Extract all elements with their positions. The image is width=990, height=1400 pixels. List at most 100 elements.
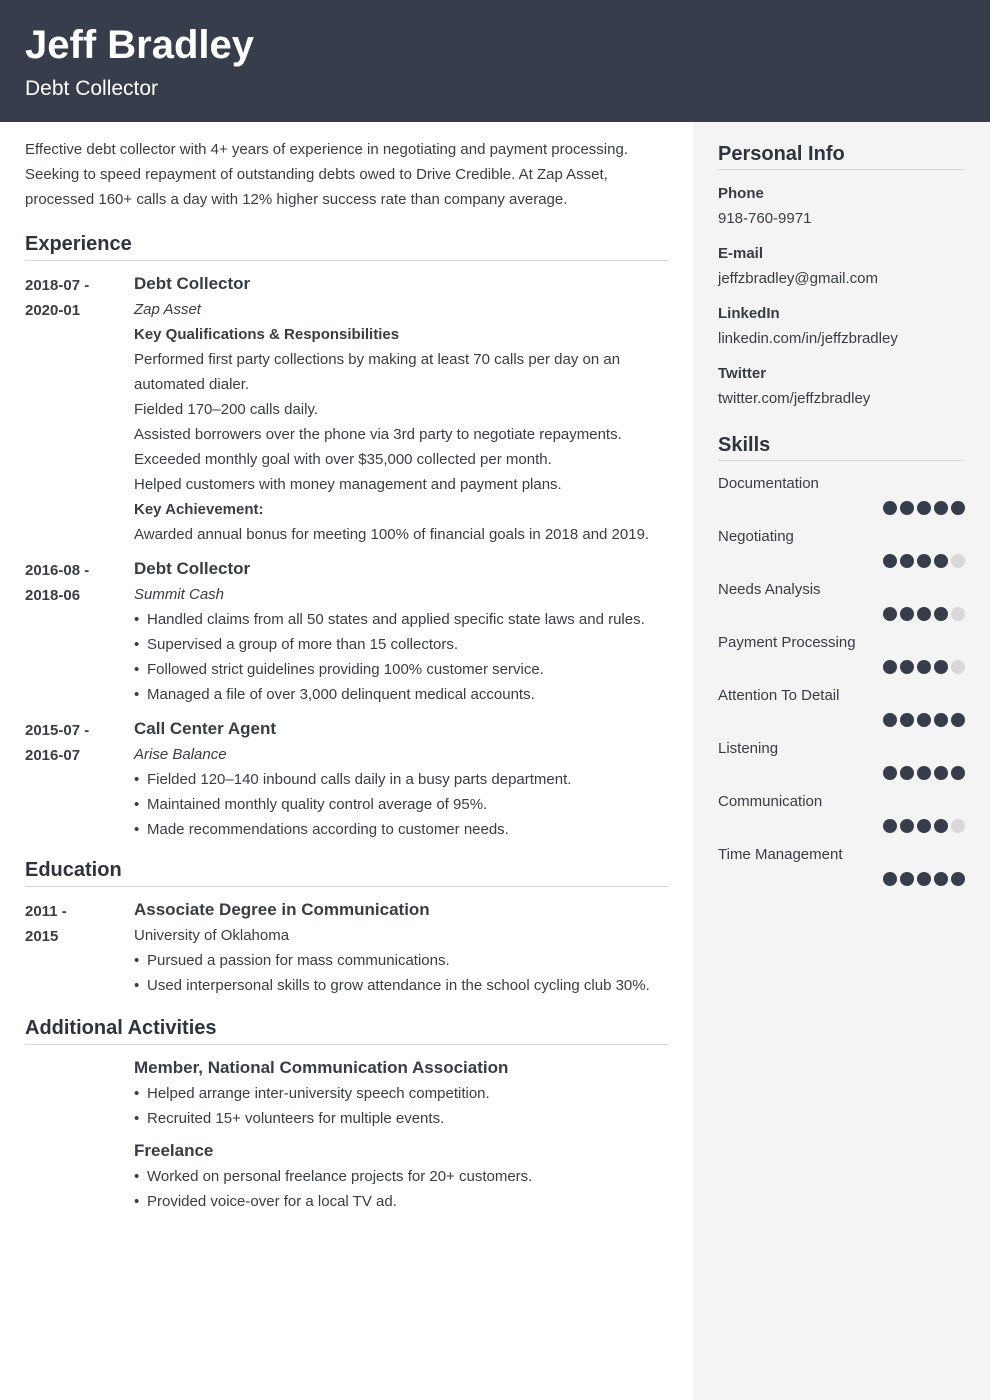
date-end: 2015 <box>25 928 59 945</box>
skills-list: Documentation Negotiating Needs Analysis Pa… <box>718 471 965 886</box>
experience-heading: Experience <box>25 230 668 261</box>
rating-dot-filled-icon <box>900 766 914 780</box>
skill-item: Communication <box>718 789 965 833</box>
bullet-item: Handled claims from all 50 states and ap… <box>134 607 668 632</box>
degree-title: Associate Degree in Communication <box>134 900 430 919</box>
rating-dot-filled-icon <box>917 713 931 727</box>
rating-dot-filled-icon <box>883 660 897 674</box>
activity-entry: Freelance Worked on personal freelance p… <box>25 1138 668 1214</box>
summary: Effective debt collector with 4+ years o… <box>25 141 628 208</box>
skill-name: Needs Analysis <box>718 581 821 598</box>
entry-dates: 2018-07 - 2020-01 <box>25 273 125 323</box>
rating-dot-filled-icon <box>934 660 948 674</box>
rating-dot-filled-icon <box>951 872 965 886</box>
rating-dot-empty-icon <box>951 554 965 568</box>
linkedin-value[interactable]: linkedin.com/in/jeffzbradley <box>718 326 965 351</box>
rating-dot-filled-icon <box>900 713 914 727</box>
job-title: Debt Collector <box>134 274 251 293</box>
rating-dot-filled-icon <box>883 713 897 727</box>
rating-dot-filled-icon <box>951 501 965 515</box>
company-name: Zap Asset <box>134 301 201 318</box>
company-name: Summit Cash <box>134 586 225 603</box>
subheading: Key Qualifications & Responsibilities <box>134 326 400 343</box>
rating-dot-filled-icon <box>883 766 897 780</box>
personal-info-heading: Personal Info <box>718 140 965 170</box>
skill-rating <box>718 819 965 833</box>
email-value[interactable]: jeffzbradley@gmail.com <box>718 266 965 291</box>
rating-dot-filled-icon <box>883 501 897 515</box>
responsibility: Assisted borrowers over the phone via 3r… <box>134 426 622 443</box>
phone-value: 918-760-9971 <box>718 210 812 227</box>
rating-dot-filled-icon <box>917 872 931 886</box>
achievement: Awarded annual bonus for meeting 100% of… <box>134 526 650 543</box>
rating-dot-filled-icon <box>934 819 948 833</box>
skill-name: Negotiating <box>718 528 794 545</box>
skill-name: Payment Processing <box>718 634 856 651</box>
bullet-list: Fielded 120–140 inbound calls daily in a… <box>134 767 668 842</box>
date-start: 2016-08 - <box>25 562 90 579</box>
skill-name: Communication <box>718 793 823 810</box>
rating-dot-filled-icon <box>917 501 931 515</box>
company-name: Arise Balance <box>134 746 227 763</box>
rating-dot-filled-icon <box>934 607 948 621</box>
rating-dot-filled-icon <box>934 554 948 568</box>
rating-dot-filled-icon <box>934 872 948 886</box>
candidate-name: Jeff Bradley <box>25 23 254 67</box>
rating-dot-filled-icon <box>900 872 914 886</box>
twitter-label: Twitter <box>718 365 767 382</box>
education-entry: 2011 - 2015 Associate Degree in Communic… <box>25 897 668 998</box>
bullet-item: Worked on personal freelance projects fo… <box>134 1164 668 1189</box>
bullet-item: Followed strict guidelines providing 100… <box>134 657 668 682</box>
skill-item: Payment Processing <box>718 630 965 674</box>
entry-dates: 2016-08 - 2018-06 <box>25 558 125 608</box>
responsibility: Performed first party collections by mak… <box>134 351 621 393</box>
entry-dates: 2011 - 2015 <box>25 899 125 949</box>
bullet-item: Used interpersonal skills to grow attend… <box>134 973 668 998</box>
rating-dot-filled-icon <box>900 501 914 515</box>
bullet-item: Fielded 120–140 inbound calls daily in a… <box>134 767 668 792</box>
twitter-value[interactable]: twitter.com/jeffzbradley <box>718 386 965 411</box>
skill-item: Attention To Detail <box>718 683 965 727</box>
rating-dot-filled-icon <box>934 766 948 780</box>
skill-name: Attention To Detail <box>718 687 840 704</box>
date-start: 2011 - <box>25 903 67 920</box>
skill-item: Time Management <box>718 842 965 886</box>
resume-header: Jeff Bradley Debt Collector <box>0 0 990 122</box>
linkedin-label: LinkedIn <box>718 305 780 322</box>
rating-dot-filled-icon <box>900 607 914 621</box>
rating-dot-filled-icon <box>951 713 965 727</box>
activities-heading: Additional Activities <box>25 1014 668 1045</box>
skill-name: Time Management <box>718 846 843 863</box>
rating-dot-filled-icon <box>917 554 931 568</box>
bullet-item: Pursued a passion for mass communication… <box>134 948 668 973</box>
skill-rating <box>718 660 965 674</box>
rating-dot-filled-icon <box>951 766 965 780</box>
skill-rating <box>718 607 965 621</box>
skill-item: Negotiating <box>718 524 965 568</box>
skill-rating <box>718 766 965 780</box>
bullet-list: Pursued a passion for mass communication… <box>134 948 668 998</box>
rating-dot-filled-icon <box>883 607 897 621</box>
experience-entry: 2018-07 - 2020-01 Debt Collector Zap Ass… <box>25 271 668 547</box>
rating-dot-filled-icon <box>883 872 897 886</box>
sidebar: Personal Info Phone 918-760-9971 E-mail … <box>693 122 990 1400</box>
experience-entry: 2015-07 - 2016-07 Call Center Agent Aris… <box>25 716 668 842</box>
rating-dot-filled-icon <box>934 713 948 727</box>
skill-item: Documentation <box>718 471 965 515</box>
responsibility: Fielded 170–200 calls daily. <box>134 401 319 418</box>
bullet-list: Worked on personal freelance projects fo… <box>134 1164 668 1214</box>
phone-label: Phone <box>718 185 764 202</box>
rating-dot-empty-icon <box>951 819 965 833</box>
email-label: E-mail <box>718 245 764 262</box>
rating-dot-filled-icon <box>900 819 914 833</box>
skill-rating <box>718 872 965 886</box>
responsibility: Helped customers with money management a… <box>134 476 562 493</box>
date-start: 2018-07 - <box>25 277 90 294</box>
subheading: Key Achievement: <box>134 501 264 518</box>
job-title: Call Center Agent <box>134 719 277 738</box>
candidate-title: Debt Collector <box>25 77 159 100</box>
skill-item: Needs Analysis <box>718 577 965 621</box>
skill-rating <box>718 713 965 727</box>
skill-rating <box>718 554 965 568</box>
main-content: Effective debt collector with 4+ years o… <box>25 137 668 1214</box>
